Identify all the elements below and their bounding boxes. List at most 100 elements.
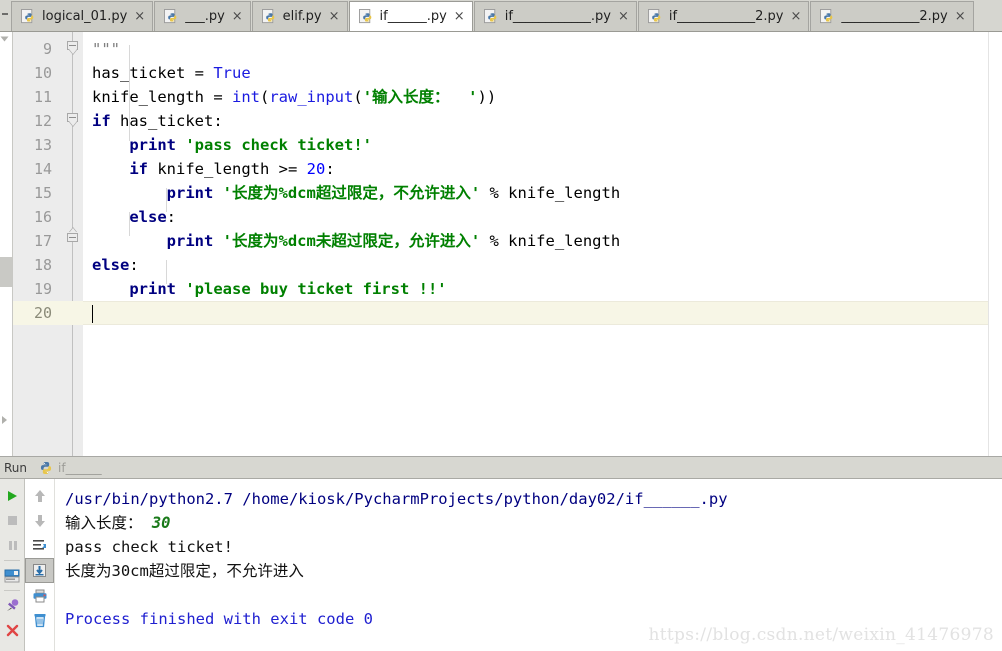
code-token: if (92, 112, 111, 130)
editor-tab-elif-py[interactable]: elif.py × (251, 1, 348, 31)
trash-icon (34, 614, 45, 628)
line-number[interactable]: 14 (13, 157, 61, 181)
soft-wrap-button[interactable] (25, 533, 54, 558)
code-token: % knife_length (480, 184, 621, 202)
editor-tab-if-------------py[interactable]: if____________.py × (473, 1, 637, 31)
expand-arrow-icon[interactable] (2, 416, 7, 424)
editor-tab-bar: logical_01.py × ___.py × elif.py × if______.py… (0, 0, 1002, 32)
line-number[interactable]: 10 (13, 61, 61, 85)
editor-tab-logical-01-py[interactable]: logical_01.py × (11, 1, 154, 31)
editor-tab-if-------py[interactable]: if______.py × (348, 1, 473, 31)
code-editor: 9 10 11 12 13 14 15 16 17 18 19 20 """ has_ticket = … (0, 32, 1002, 457)
code-token: ( (260, 88, 270, 106)
line-number[interactable]: 11 (13, 85, 61, 109)
line-number[interactable]: 15 (13, 181, 61, 205)
print-button[interactable] (25, 583, 54, 608)
code-token: : (325, 160, 335, 178)
code-token: '输入长度： ' (362, 88, 478, 106)
code-line-11[interactable]: knife_length = int(raw_input('输入长度： ')) (83, 85, 1002, 109)
close-icon[interactable]: × (454, 10, 465, 23)
python-icon (40, 461, 52, 474)
code-line-20[interactable] (83, 301, 1002, 325)
stop-icon (7, 516, 17, 525)
pin-tab-button[interactable] (0, 593, 24, 618)
python-file-icon (164, 8, 177, 23)
code-line-18[interactable]: else: (83, 253, 1002, 277)
fold-slot (61, 181, 83, 205)
editor-tab-label: ____________2.py (841, 9, 948, 24)
restore-layout-button[interactable] (0, 643, 24, 651)
code-line-12[interactable]: if has_ticket: (83, 109, 1002, 133)
python-file-icon (261, 8, 277, 25)
code-line-14[interactable]: if knife_length >= 20: (83, 157, 1002, 181)
close-icon[interactable]: × (329, 10, 340, 23)
close-icon[interactable]: × (618, 10, 629, 23)
python-file-icon (164, 8, 179, 25)
close-icon[interactable]: × (134, 10, 145, 23)
code-token: knife_length (92, 88, 214, 106)
fold-toggle-icon[interactable] (67, 233, 78, 242)
code-line-13[interactable]: print 'pass check ticket!' (83, 133, 1002, 157)
line-number[interactable]: 20 (13, 301, 61, 325)
pycharm-window: logical_01.py × ___.py × elif.py × if______.py… (0, 0, 1002, 651)
fold-slot (61, 37, 83, 61)
code-line-10[interactable]: has_ticket = True (83, 61, 1002, 85)
soft-wrap-icon (32, 540, 46, 550)
code-token: print (166, 232, 214, 250)
line-number[interactable]: 16 (13, 205, 61, 229)
code-line-17[interactable]: print '长度为%dcm未超过限定，允许进入' % knife_length (83, 229, 1002, 253)
line-number[interactable]: 9 (13, 37, 61, 61)
close-icon[interactable]: × (790, 10, 801, 23)
down-stacktrace-button[interactable] (25, 508, 54, 533)
close-icon[interactable]: × (232, 10, 243, 23)
collapse-arrow-icon[interactable] (0, 36, 9, 42)
rerun-button[interactable] (0, 483, 24, 508)
editor-tab-----py[interactable]: ___.py × (154, 1, 251, 31)
fold-toggle-icon[interactable] (67, 41, 78, 50)
code-line-16[interactable]: else: (83, 205, 1002, 229)
up-stacktrace-button[interactable] (25, 483, 54, 508)
pause-button[interactable] (0, 533, 24, 558)
line-number[interactable]: 12 (13, 109, 61, 133)
editor-tab-label: elif.py (282, 9, 322, 24)
code-token: '长度为%dcm未超过限定，允许进入' (222, 232, 481, 250)
editor-tab-if------------2-py[interactable]: if____________2.py × (637, 1, 810, 31)
code-token: int (232, 88, 260, 106)
editor-tab-label: logical_01.py (42, 9, 128, 24)
code-line-9[interactable]: """ (83, 37, 1002, 61)
code-line-19[interactable]: print 'please buy ticket first !!' (83, 277, 1002, 301)
scroll-to-end-icon (33, 564, 46, 577)
editor-left-strip (0, 32, 13, 456)
run-actions-toolbar-left (0, 479, 25, 651)
show-console-button[interactable] (0, 563, 24, 588)
console-text: Process finished with exit code 0 (65, 610, 373, 628)
run-configuration-tab[interactable]: if______ (34, 458, 107, 478)
console-window-icon (4, 569, 20, 582)
clear-all-button[interactable] (25, 608, 54, 633)
fold-toggle-icon[interactable] (67, 113, 78, 122)
editor-scroll-thumb[interactable] (0, 257, 12, 287)
close-icon[interactable]: × (955, 10, 966, 23)
code-token: ( (353, 88, 363, 106)
close-button[interactable] (0, 618, 24, 643)
code-line-15[interactable]: print '长度为%dcm超过限定，不允许进入' % knife_length (83, 181, 1002, 205)
editor-tab-label: if____________2.py (668, 9, 784, 24)
line-number[interactable]: 18 (13, 253, 61, 277)
editor-tab-------------2-py[interactable]: ____________2.py × (810, 1, 974, 31)
fold-slot (61, 85, 83, 109)
line-number[interactable]: 13 (13, 133, 61, 157)
stop-button[interactable] (0, 508, 24, 533)
close-icon (6, 624, 18, 637)
indent-guide (166, 188, 168, 212)
code-text-area[interactable]: """ has_ticket = True knife_length = int(r… (83, 32, 1002, 456)
run-actions-toolbar-right (25, 479, 55, 651)
tab-scroll-left-button[interactable] (0, 0, 11, 31)
line-number[interactable]: 17 (13, 229, 61, 253)
line-number[interactable]: 19 (13, 277, 61, 301)
editor-vertical-scrollbar[interactable] (988, 32, 1002, 456)
console-text: 长度为30cm超过限定，不允许进入 (65, 562, 304, 580)
scroll-to-end-button[interactable] (25, 558, 54, 583)
